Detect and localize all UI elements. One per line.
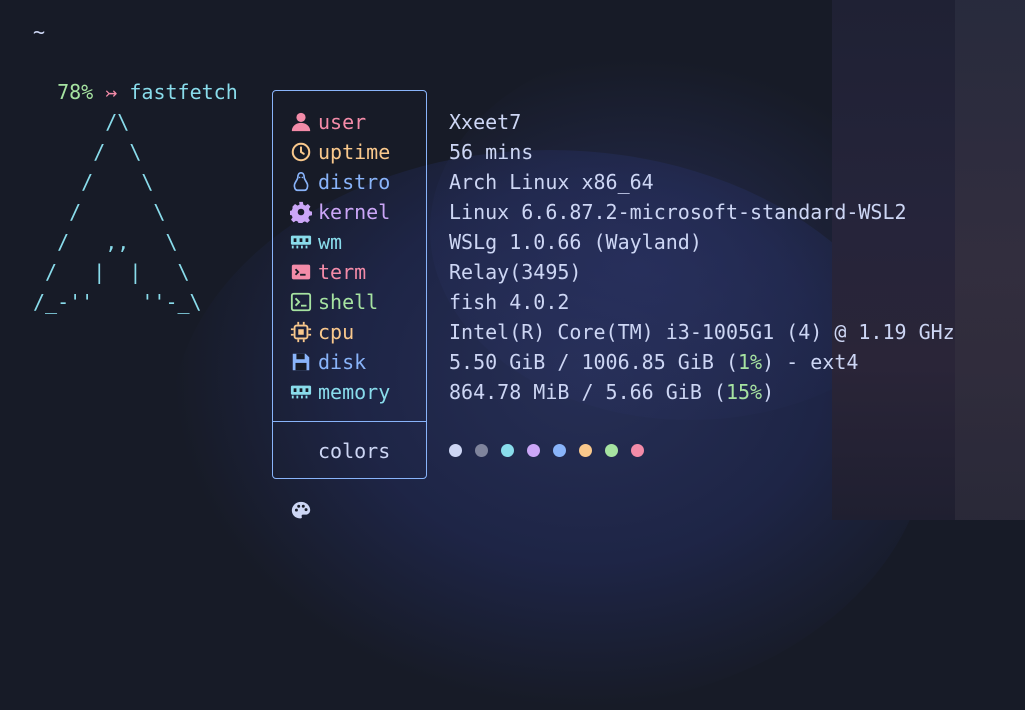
prompt-arrow-icon: ↣ <box>105 80 118 104</box>
info-value-memory: 864.78 MiB / 5.66 GiB (15%) <box>449 377 774 407</box>
info-key-label: uptime <box>318 140 391 164</box>
info-key-term: term <box>290 257 366 287</box>
color-swatch <box>605 444 618 457</box>
wallpaper-anime-art-detail <box>955 0 1025 520</box>
palette-icon <box>290 440 312 519</box>
info-box-divider <box>272 421 427 422</box>
info-key-label: distro <box>318 170 391 194</box>
info-key-user: user <box>290 107 366 137</box>
usage-text: 864.78 MiB / 5.66 GiB ( <box>449 380 726 404</box>
info-key-label: colors <box>318 439 391 463</box>
color-swatches <box>449 444 657 457</box>
shell-icon <box>290 291 312 313</box>
color-swatch <box>631 444 644 457</box>
info-key-label: user <box>318 110 367 134</box>
prompt-line[interactable]: 78% ↣ fastfetch <box>33 47 238 104</box>
info-key-label: memory <box>318 380 391 404</box>
info-key-label: term <box>318 260 367 284</box>
command-text: fastfetch <box>129 80 238 104</box>
info-key-label: shell <box>318 290 379 314</box>
info-value-kernel: Linux 6.6.87.2-microsoft-standard-WSL2 <box>449 200 907 224</box>
color-swatch <box>475 444 488 457</box>
color-swatch <box>579 444 592 457</box>
gear-icon <box>290 201 312 223</box>
info-key-label: wm <box>318 230 343 254</box>
info-key-label: disk <box>318 350 367 374</box>
info-value-disk: 5.50 GiB / 1006.85 GiB (1%) - ext4 <box>449 347 858 377</box>
floppy-disk-icon <box>290 351 312 373</box>
usage-suffix: ) - ext4 <box>762 350 859 374</box>
color-swatch <box>527 444 540 457</box>
info-key-label: cpu <box>318 320 355 344</box>
arch-ascii-logo: /\ / \ / \ / \ / ,, \ / | | \ /_-'' ''-_… <box>33 110 202 314</box>
cwd-line: ~ <box>33 20 46 44</box>
linux-penguin-icon <box>290 171 312 193</box>
usage-percent: 1% <box>737 350 763 374</box>
info-key-kernel: kernel <box>290 197 390 227</box>
info-key-cpu: cpu <box>290 317 354 347</box>
terminal-icon <box>290 261 312 283</box>
info-value-user: Xxeet7 <box>449 110 522 134</box>
battery-percent: 78% <box>57 80 94 104</box>
usage-text: 5.50 GiB / 1006.85 GiB ( <box>449 350 738 374</box>
info-key-shell: shell <box>290 287 378 317</box>
user-icon <box>290 111 312 133</box>
color-swatch <box>553 444 566 457</box>
info-key-memory: memory <box>290 377 390 407</box>
info-value-uptime: 56 mins <box>449 140 534 164</box>
info-key-wm: wm <box>290 227 342 257</box>
info-value-wm: WSLg 1.0.66 (Wayland) <box>449 230 702 254</box>
info-value-distro: Arch Linux x86_64 <box>449 170 654 194</box>
info-key-uptime: uptime <box>290 137 390 167</box>
clock-icon <box>290 141 312 163</box>
memory-icon <box>290 381 312 403</box>
info-key-distro: distro <box>290 167 390 197</box>
chip-icon <box>290 321 312 343</box>
info-value-cpu: Intel(R) Core(TM) i3-1005G1 (4) @ 1.19 G… <box>449 320 955 344</box>
usage-percent: 15% <box>725 380 763 404</box>
color-swatch <box>449 444 462 457</box>
monitor-icon <box>290 231 312 253</box>
info-value-shell: fish 4.0.2 <box>449 290 570 314</box>
info-key-label: kernel <box>318 200 391 224</box>
info-key-colors: colors <box>290 436 391 519</box>
info-value-term: Relay(3495) <box>449 260 582 284</box>
usage-suffix: ) <box>762 380 775 404</box>
color-swatch <box>501 444 514 457</box>
info-key-disk: disk <box>290 347 366 377</box>
